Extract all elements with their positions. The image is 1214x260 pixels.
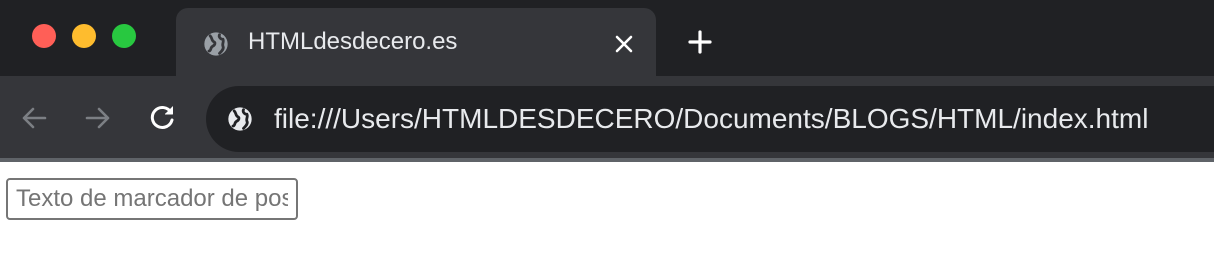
- reload-button[interactable]: [142, 98, 182, 138]
- globe-icon: [204, 32, 228, 56]
- forward-arrow-icon: [85, 107, 110, 129]
- reload-icon: [150, 105, 174, 129]
- browser-toolbar: file:///Users/HTMLDESDECERO/Documents/BL…: [0, 76, 1214, 160]
- plus-icon: [688, 30, 712, 54]
- browser-tab[interactable]: HTMLdesdecero.es: [176, 8, 656, 76]
- tab-title: HTMLdesdecero.es: [248, 28, 458, 55]
- back-button[interactable]: [14, 98, 54, 138]
- back-arrow-icon: [22, 107, 47, 129]
- address-bar-url: file:///Users/HTMLDESDECERO/Documents/BL…: [274, 103, 1149, 134]
- window-maximize-button[interactable]: [112, 24, 136, 48]
- page-content: [0, 162, 1214, 260]
- tab-strip: HTMLdesdecero.es: [0, 0, 1214, 76]
- new-tab-button[interactable]: [684, 26, 716, 58]
- close-icon: [615, 35, 633, 53]
- globe-icon: [228, 107, 252, 131]
- close-tab-button[interactable]: [608, 28, 640, 60]
- forward-button[interactable]: [78, 98, 118, 138]
- window-close-button[interactable]: [32, 24, 56, 48]
- window-minimize-button[interactable]: [72, 24, 96, 48]
- address-bar[interactable]: file:///Users/HTMLDESDECERO/Documents/BL…: [206, 86, 1214, 152]
- text-input[interactable]: [6, 178, 298, 220]
